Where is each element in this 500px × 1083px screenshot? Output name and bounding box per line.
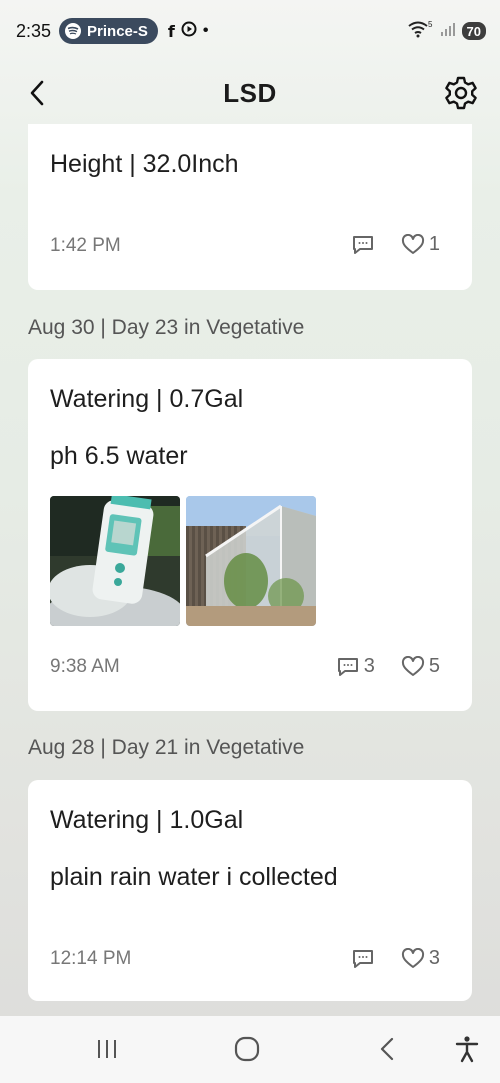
heart-icon	[401, 655, 424, 676]
comment-count: 3	[363, 655, 375, 677]
comment-icon	[337, 657, 358, 676]
comment-icon	[352, 949, 373, 968]
entry-time: 12:14 PM	[50, 948, 132, 969]
wifi-superscript: 5	[428, 20, 433, 29]
entry-note: plain rain water i collected	[50, 863, 338, 891]
app-header: LSD	[0, 62, 500, 124]
page-title: LSD	[223, 77, 277, 108]
entry-actions: 3	[351, 947, 440, 970]
more-dot-icon: •	[202, 22, 209, 39]
comment-button[interactable]	[351, 948, 375, 970]
heart-icon	[401, 233, 424, 254]
comment-button[interactable]: 3	[336, 655, 375, 678]
spotify-pill[interactable]: Prince-S	[59, 18, 158, 44]
photo-thumb-ph-meter[interactable]	[50, 496, 180, 626]
status-right: 5 70	[407, 20, 486, 43]
battery-indicator: 70	[461, 22, 486, 40]
back-arrow-icon	[380, 1037, 394, 1061]
entry-note: ph 6.5 water	[50, 442, 188, 470]
recents-icon	[98, 1040, 116, 1058]
accessibility-button[interactable]	[450, 1034, 484, 1064]
home-button[interactable]	[230, 1034, 264, 1064]
back-button[interactable]	[22, 78, 52, 108]
status-time: 2:35	[16, 20, 52, 41]
chevron-left-icon	[30, 80, 44, 106]
record-icon	[181, 21, 197, 42]
wifi-icon: 5	[407, 20, 434, 43]
signal-icon	[440, 21, 456, 42]
status-bar: 2:35 Prince-S f • 5 70	[0, 0, 500, 62]
spotify-label: Prince-S	[87, 22, 148, 40]
entry-time: 9:38 AM	[50, 656, 120, 677]
entry-title: Watering | 1.0Gal	[50, 806, 244, 834]
notification-icons: f •	[167, 21, 209, 42]
system-nav-bar	[0, 1016, 500, 1083]
entry-card-watering[interactable]: Watering | 0.7Gal ph 6.5 water 9:38 AM 3…	[28, 359, 472, 711]
entry-actions: 3 5	[336, 655, 440, 678]
photo-thumb-greenhouse[interactable]	[186, 496, 316, 626]
like-count: 1	[428, 233, 440, 255]
like-count: 3	[428, 947, 440, 969]
gear-icon	[445, 76, 477, 110]
entry-card-watering[interactable]: Watering | 1.0Gal plain rain water i col…	[28, 780, 472, 1001]
date-header: Aug 30 | Day 23 in Vegetative	[28, 316, 305, 339]
comment-button[interactable]	[351, 234, 375, 256]
journal-feed[interactable]: Height | 32.0Inch 1:42 PM 1 Aug 30 | Day…	[0, 124, 500, 1016]
like-button[interactable]: 3	[401, 947, 440, 970]
photo-strip	[50, 496, 316, 626]
like-button[interactable]: 5	[401, 655, 440, 678]
entry-title: Watering | 0.7Gal	[50, 385, 244, 413]
date-header: Aug 28 | Day 21 in Vegetative	[28, 736, 305, 759]
accessibility-icon	[455, 1036, 479, 1063]
spotify-icon	[65, 23, 82, 39]
recents-button[interactable]	[90, 1034, 124, 1064]
entry-card-height[interactable]: Height | 32.0Inch 1:42 PM 1	[28, 124, 472, 290]
system-back-button[interactable]	[370, 1034, 404, 1064]
heart-icon	[401, 947, 424, 968]
like-button[interactable]: 1	[401, 233, 440, 256]
entry-title: Height | 32.0Inch	[50, 150, 239, 178]
facebook-icon: f	[167, 21, 175, 41]
settings-button[interactable]	[442, 74, 480, 112]
entry-time: 1:42 PM	[50, 235, 121, 256]
home-icon	[234, 1036, 260, 1062]
like-count: 5	[428, 655, 440, 677]
comment-icon	[352, 235, 373, 254]
entry-actions: 1	[351, 233, 440, 256]
